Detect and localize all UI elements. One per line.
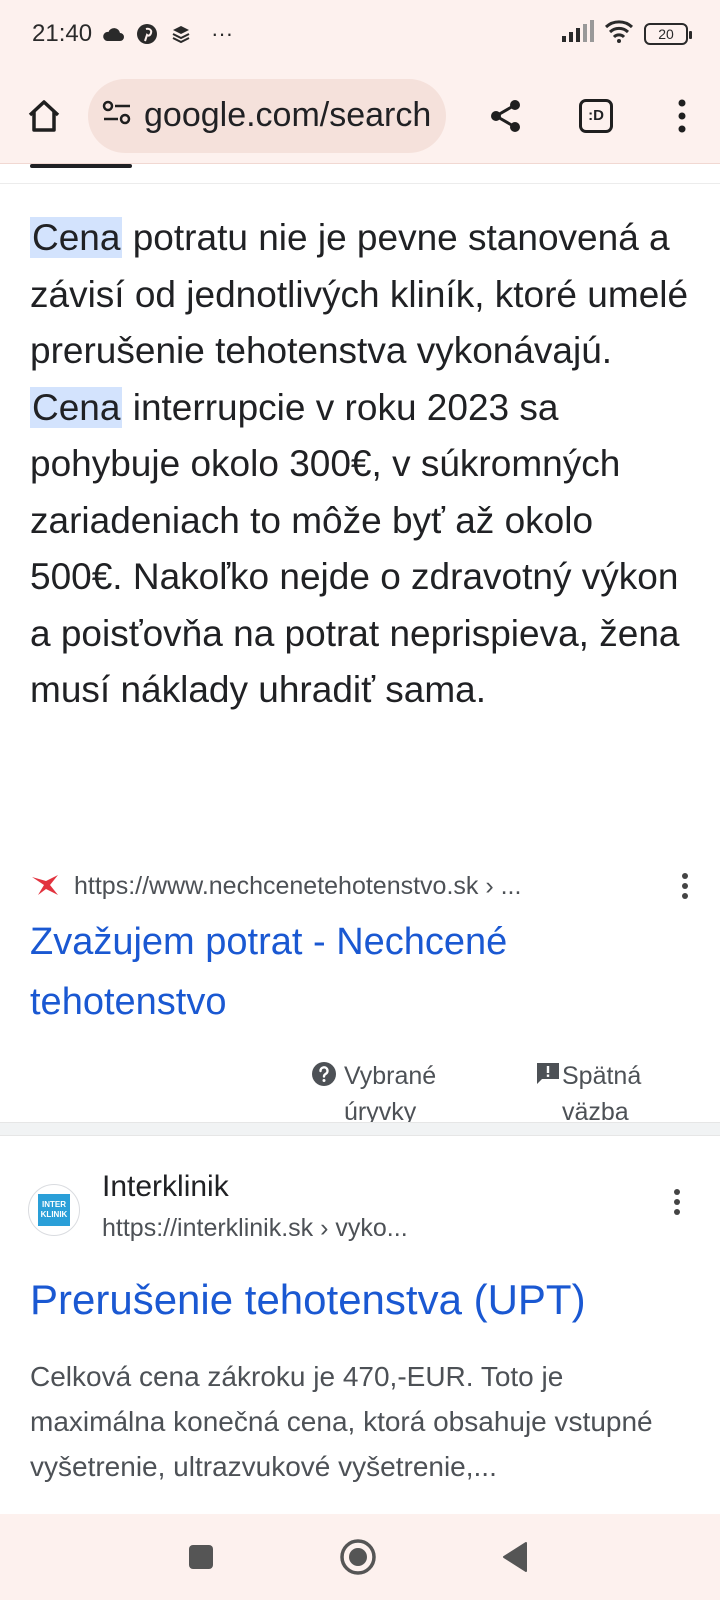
search-tabs-strip [0,164,720,184]
feedback-label: Spätná väzba [562,1062,642,1122]
circle-home-icon [340,1539,376,1575]
about-snippets-button[interactable]: Vybrané úryvky [310,1058,470,1122]
status-left: 21:40 ··· [32,20,242,48]
home-button[interactable] [8,80,80,152]
status-time: 21:40 [32,20,93,47]
square-icon [189,1545,213,1569]
feedback-button[interactable]: Spätná väzba [534,1058,664,1122]
interklinik-logo: INTER KLINIK [38,1194,70,1226]
signal-icon [562,19,594,49]
layers-icon [168,21,194,47]
more-vert-icon [678,99,686,132]
interklinik-favicon: INTER KLINIK [28,1184,80,1236]
result-site-url: https://interklinik.sk › vyko... [102,1214,408,1242]
result-options-button[interactable] [670,866,700,906]
status-bar: 21:40 ··· 20 [0,0,720,68]
snippet-feedback-row: Vybrané úryvky Spätná väzba [0,1058,720,1122]
browser-menu-button[interactable] [646,80,718,152]
system-home-button[interactable] [333,1532,383,1582]
recents-button[interactable] [176,1532,226,1582]
result-options-button[interactable] [662,1182,692,1222]
help-circle-icon [312,1062,336,1086]
battery-icon: 20 [644,23,692,45]
home-icon [28,99,60,132]
cloud-icon [100,21,126,47]
section-divider [0,1122,720,1136]
snippet-source-row: https://www.nechcenetehotenstvo.sk › ... [30,866,700,906]
tab-switcher-icon: :D [579,98,613,133]
share-icon [491,99,520,132]
snippet-source-url[interactable]: https://www.nechcenetehotenstvo.sk › ... [74,872,521,901]
address-bar[interactable]: google.com/search [88,78,446,153]
status-right: 20 [562,19,692,50]
highlight-term: Cena [30,217,123,258]
back-triangle-icon [503,1542,527,1572]
featured-snippet-text: Cena potratu nie je pevne stanovená a zá… [30,210,690,719]
snippet-text-part2: interrupcie v roku 2023 sa pohybuje okol… [30,386,680,711]
pinterest-icon [134,21,160,47]
site-settings-icon[interactable] [102,99,132,132]
tab-switcher-button[interactable]: :D [560,80,632,152]
about-snippets-label: Vybrané úryvky [344,1062,437,1122]
more-dots-icon: ··· [211,21,234,46]
browser-toolbar: google.com/search :D [0,68,720,164]
result-site-name: Interklinik [102,1170,229,1203]
share-button[interactable] [470,80,542,152]
feedback-icon [537,1063,559,1084]
bird-favicon-icon [30,871,60,901]
snippet-text-part1: potratu nie je pevne stanovená a závisí … [30,217,689,371]
result-title-link[interactable]: Prerušenie tehotenstva (UPT) [30,1276,586,1324]
wifi-icon [604,19,634,50]
system-navigation-bar [0,1514,720,1600]
back-button[interactable] [490,1532,540,1582]
result-site-header[interactable]: INTER KLINIK Interklinik https://interkl… [28,1170,700,1246]
snippet-result-title-link[interactable]: Zvažujem potrat - Nechcené tehotenstvo [30,912,670,1032]
result-description: Celková cena zákroku je 470,-EUR. Toto j… [30,1361,653,1482]
highlight-term: Cena [30,386,123,428]
address-bar-url: google.com/search [144,96,432,134]
active-tab-indicator [30,164,132,168]
